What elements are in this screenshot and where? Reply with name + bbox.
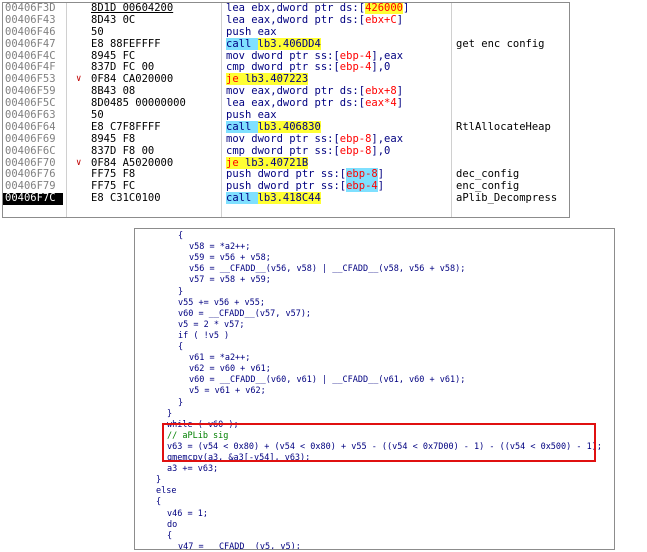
instruction-token: mov dword ptr ss:[ xyxy=(226,132,340,145)
instruction-token: push eax xyxy=(226,25,277,38)
instruction-token: push dword ptr ss:[ xyxy=(226,180,347,193)
code-line: { xyxy=(156,497,162,508)
row-comment: RtlAllocateHeap xyxy=(456,120,551,133)
instruction-token: lb3.418C44 xyxy=(257,192,321,205)
instruction-token: ] xyxy=(396,13,404,26)
instruction-token: ],0 xyxy=(371,61,391,74)
instruction-token: ebx+8 xyxy=(365,85,397,98)
code-line: do xyxy=(167,519,178,530)
instruction-token: ebp-8 xyxy=(346,168,378,181)
instruction-token: call xyxy=(226,120,258,133)
code-line: v60 = __CFADD__(v60, v61) | __CFADD__(v6… xyxy=(189,375,466,386)
code-line: v55 += v56 + v55; xyxy=(178,297,265,308)
instruction-token: ebp-8 xyxy=(339,144,372,157)
code-line: else xyxy=(156,486,177,497)
instruction-token: cmp dword ptr ss:[ xyxy=(226,144,340,157)
instruction-token: ebx+C xyxy=(365,13,397,26)
row-comment: get enc config xyxy=(456,37,545,50)
aplib-signature-highlight-box xyxy=(162,423,596,462)
code-line: } xyxy=(167,408,173,419)
instruction[interactable]: cmp dword ptr ss:[ebp-8],0 xyxy=(226,144,391,158)
code-line: v56 = __CFADD__(v56, v58) | __CFADD__(v5… xyxy=(189,264,466,275)
code-line: v60 = __CFADD__(v57, v57); xyxy=(178,308,312,319)
code-line: { xyxy=(178,231,184,241)
instruction-token: push eax xyxy=(226,109,277,122)
code-line: v46 = 1; xyxy=(167,508,208,519)
opcode-bytes: 837D F8 00 xyxy=(91,144,155,157)
instruction-token: cmp dword ptr ss:[ xyxy=(226,61,340,74)
instruction-token: push dword ptr ss:[ xyxy=(226,168,347,181)
opcode-bytes: 8D0485 00000000 xyxy=(91,97,186,110)
address-cell[interactable]: 00406F69 xyxy=(5,133,63,146)
instruction-token: lb3.407223 xyxy=(244,73,309,86)
disassembly-row[interactable]: 00406F46 50 push eax xyxy=(3,25,569,39)
code-line: } xyxy=(178,397,184,408)
instruction-token: ebp-4 xyxy=(339,49,372,62)
code-line: v61 = *a2++; xyxy=(189,353,251,364)
code-line: a3 += v63; xyxy=(167,464,219,475)
instruction-token: ] xyxy=(377,180,385,193)
address-cell[interactable]: 00406F46 xyxy=(5,26,63,39)
instruction[interactable]: push eax xyxy=(226,25,277,39)
instruction-token: ebp-8 xyxy=(339,132,372,145)
instruction-token: ebp-4 xyxy=(346,180,378,193)
instruction-token: call xyxy=(226,192,258,205)
instruction-token: 426000 xyxy=(365,2,404,14)
disassembly-row[interactable]: 00406F43 8D43 0C lea eax,dword ptr ds:[ebx… xyxy=(3,13,569,27)
instruction-token: lea ebx,dword ptr ds:[ xyxy=(226,2,366,14)
jump-arrow-icon: ∨ xyxy=(76,74,82,85)
code-line: v57 = v58 + v59; xyxy=(189,275,271,286)
code-line: v58 = *a2++; xyxy=(189,242,251,253)
instruction-token: lb3.406DD4 xyxy=(257,37,321,50)
opcode-bytes: 8945 F8 xyxy=(91,132,136,145)
opcode-bytes: 8D43 0C xyxy=(91,13,136,26)
instruction-token: eax*4 xyxy=(365,97,397,110)
address-cell[interactable]: 00406F7C xyxy=(3,192,63,206)
disassembly-row[interactable]: 00406F7C E8 C31C0100 call lb3.418C44 aPlib_… xyxy=(3,192,569,206)
code-line: { xyxy=(167,530,173,541)
instruction-token: lb3.406830 xyxy=(257,120,321,133)
address-cell[interactable]: 00406F43 xyxy=(5,14,63,27)
instruction-token: ],eax xyxy=(371,132,404,145)
instruction-token: je xyxy=(226,73,245,86)
instruction-token: lea eax,dword ptr ds:[ xyxy=(226,97,366,110)
address-cell[interactable]: 00406F6C xyxy=(5,145,63,158)
instruction-token: ] xyxy=(403,2,410,14)
code-line: v47 = __CFADD__(v5, v5); xyxy=(178,541,301,550)
code-line: v62 = v60 + v61; xyxy=(189,364,271,375)
code-line: } xyxy=(156,475,162,486)
instruction-token: ] xyxy=(396,85,404,98)
instruction[interactable]: call lb3.418C44 xyxy=(226,192,321,205)
code-line: if ( !v5 ) xyxy=(178,330,230,341)
disassembly-panel[interactable]: 00406F3D 8D1D 00604200 lea ebx,dword ptr d… xyxy=(2,2,570,218)
instruction-token: ebp-4 xyxy=(339,61,372,74)
opcode-bytes: 50 xyxy=(91,25,104,38)
instruction-token: ] xyxy=(377,168,385,181)
instruction-token: call xyxy=(226,37,258,50)
instruction-token: lb3.40721B xyxy=(244,156,309,169)
opcode-bytes: E8 C31C0100 xyxy=(91,192,161,205)
disassembly-row[interactable]: 00406F6C 837D F8 00 cmp dword ptr ss:[ebp-… xyxy=(3,144,569,158)
decompiler-panel[interactable]: { v58 = *a2++; v59 = v56 + v58; v56 = __CFA… xyxy=(134,228,615,550)
row-comment: aPlib_Decompress xyxy=(456,192,558,205)
code-line: v5 = 2 * v57; xyxy=(178,319,245,330)
instruction-token: lea eax,dword ptr ds:[ xyxy=(226,13,366,26)
instruction-token: mov eax,dword ptr ds:[ xyxy=(226,85,366,98)
disassembly-row[interactable]: 00406F5C 8D0485 00000000 lea eax,dword ptr… xyxy=(3,97,569,110)
instruction-token: ] xyxy=(396,97,404,110)
instruction-token: mov dword ptr ss:[ xyxy=(226,49,340,62)
code-line: } xyxy=(178,286,184,297)
address-cell[interactable]: 00406F47 xyxy=(5,38,63,51)
instruction-token: ],0 xyxy=(371,144,391,157)
code-line: v59 = v56 + v58; xyxy=(189,253,271,264)
code-line: v5 = v61 + v62; xyxy=(189,386,266,397)
instruction-token: ],eax xyxy=(371,49,404,62)
instruction-token: je xyxy=(226,156,245,169)
code-line: { xyxy=(178,342,184,352)
opcode-bytes: E8 88FEFFFF xyxy=(91,37,161,50)
jump-arrow-icon: ∨ xyxy=(76,157,82,168)
